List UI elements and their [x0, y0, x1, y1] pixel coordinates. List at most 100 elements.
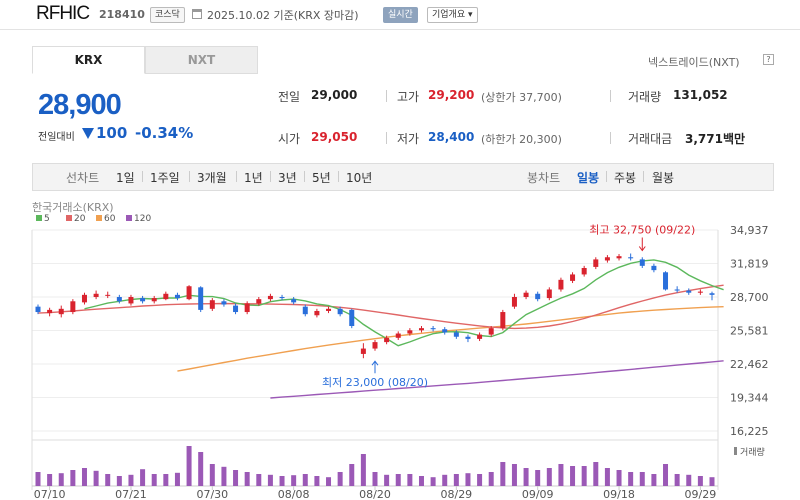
change-percent: -0.34%	[135, 124, 194, 142]
period-1y[interactable]: 1년	[244, 169, 263, 186]
low-value: 28,400	[428, 130, 475, 144]
volume-bar	[35, 472, 41, 486]
divider	[236, 171, 237, 182]
company-overview-button[interactable]: 기업개요 ▾	[427, 7, 478, 23]
volume-bar	[372, 472, 378, 486]
y-tick-label: 31,819	[730, 257, 769, 270]
candle-body	[267, 295, 273, 300]
candle-body	[570, 274, 576, 281]
candle-body	[163, 293, 169, 300]
nxt-link[interactable]: 넥스트레이드(NXT)	[648, 54, 740, 70]
volume-bar	[546, 468, 552, 486]
volume-bar	[326, 477, 332, 486]
volume-bar	[430, 477, 436, 486]
volume-bar	[233, 470, 239, 486]
candle-body	[58, 308, 64, 315]
volume-bar	[58, 473, 64, 486]
legend-label-60: 60	[104, 214, 116, 224]
tab-krx[interactable]: KRX	[32, 46, 145, 74]
x-tick-label: 08/20	[359, 488, 391, 500]
divider	[606, 171, 607, 182]
y-tick-label: 28,700	[730, 291, 769, 304]
candle-chart-label: 봉차트	[527, 171, 561, 185]
period-3m[interactable]: 3개월	[197, 169, 227, 186]
candle-body	[221, 301, 227, 305]
volume-bar	[116, 476, 122, 486]
volume-bar	[279, 476, 285, 486]
candle-body	[35, 306, 41, 313]
candle-body	[174, 294, 180, 299]
divider	[270, 171, 271, 182]
period-10y[interactable]: 10년	[346, 169, 372, 186]
ma5-line	[84, 259, 724, 347]
high-label: 고가	[397, 90, 420, 104]
period-daily[interactable]: 일봉	[577, 169, 599, 186]
lower-limit: (하한가 20,300)	[481, 133, 562, 146]
chart-title: 한국거래소(KRX)	[32, 201, 114, 214]
line-chart-label: 선차트	[66, 171, 100, 185]
volume-bar	[407, 474, 413, 486]
candle-body	[256, 299, 262, 304]
candle-body	[291, 299, 297, 303]
candle-body	[581, 267, 587, 275]
period-1w[interactable]: 1주일	[150, 169, 180, 186]
candle-body	[511, 296, 517, 307]
volume-bar	[291, 475, 297, 486]
date-basis: 2025.10.02 기준(KRX 장마감)	[207, 9, 359, 22]
candle-body	[430, 328, 436, 330]
tab-nxt[interactable]: NXT	[145, 46, 258, 74]
volume-bar	[221, 466, 227, 486]
candle-body	[697, 291, 703, 293]
down-arrow-icon	[82, 128, 94, 139]
volume-bar	[686, 474, 692, 486]
volume-bar	[186, 446, 192, 486]
volume-bar	[488, 472, 494, 486]
candle-body	[523, 292, 529, 297]
volume-bar	[581, 466, 587, 486]
legend-swatch-120	[126, 215, 132, 221]
prev-close-label: 전일	[278, 90, 301, 104]
help-icon[interactable]: ?	[763, 54, 774, 65]
stock-code: 218410	[99, 8, 145, 21]
volume-bar	[616, 470, 622, 486]
candle-body	[302, 306, 308, 315]
volume-bar	[523, 468, 529, 486]
stock-header: RFHIC 218410 코스닥 2025.10.02 기준(KRX 장마감) …	[0, 0, 800, 30]
volume-bar	[70, 470, 76, 486]
stock-name: RFHIC	[36, 3, 90, 24]
legend-label-20: 20	[74, 214, 86, 224]
candle-body	[47, 309, 53, 314]
candlestick-chart[interactable]: 한국거래소(KRX)5 20 60 120 34,937 31,819 28,700 25,5…	[0, 195, 800, 500]
candle-body	[488, 328, 494, 335]
legend-label-5: 5	[44, 214, 50, 224]
period-3y[interactable]: 3년	[278, 169, 297, 186]
period-1d[interactable]: 1일	[116, 169, 135, 186]
calendar-icon	[192, 9, 202, 19]
prev-close-value: 29,000	[311, 88, 358, 102]
divider	[304, 171, 305, 182]
period-monthly[interactable]: 월봉	[652, 169, 674, 186]
candle-body	[442, 329, 448, 333]
low-label: 저가	[397, 132, 420, 146]
volume-bar	[163, 474, 169, 486]
x-tick-label: 07/10	[34, 488, 66, 500]
volume-legend-swatch	[734, 447, 737, 455]
period-weekly[interactable]: 주봉	[614, 169, 636, 186]
candle-body	[453, 332, 459, 337]
candle-body	[209, 300, 215, 309]
candle-body	[628, 257, 634, 259]
candle-body	[639, 259, 645, 266]
period-5y[interactable]: 5년	[312, 169, 331, 186]
realtime-button[interactable]: 실시간	[383, 7, 418, 23]
high-annotation: 최고 32,750 (09/22)	[589, 223, 695, 236]
volume-bar	[360, 454, 366, 486]
candle-body	[279, 296, 285, 299]
volume-bar	[314, 476, 320, 486]
candle-body	[418, 328, 424, 331]
volume-bar	[453, 474, 459, 486]
volume-bar	[395, 474, 401, 486]
y-tick-label: 16,225	[730, 425, 769, 438]
legend-swatch-20	[66, 215, 72, 221]
volume-label: 거래량	[740, 446, 765, 458]
candle-body	[674, 289, 680, 291]
